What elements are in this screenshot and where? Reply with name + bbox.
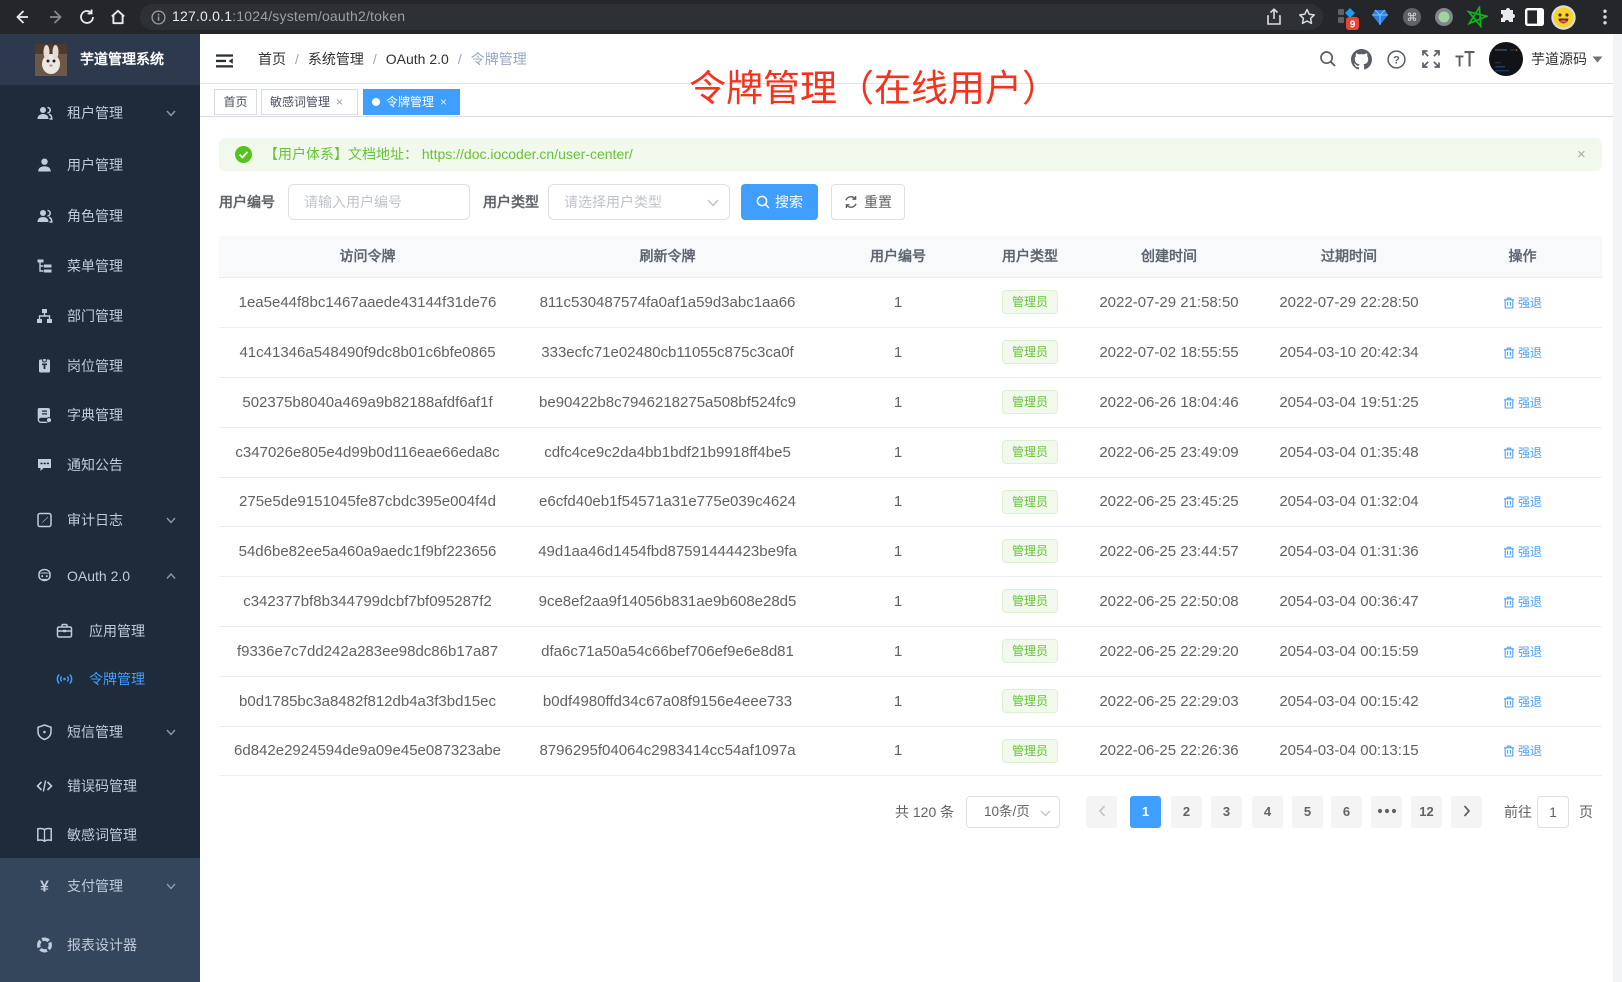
svg-text:¥: ¥ bbox=[40, 879, 49, 895]
svg-text:?: ? bbox=[1393, 55, 1400, 67]
svg-text:⌘: ⌘ bbox=[1407, 12, 1418, 24]
svg-text:9: 9 bbox=[1350, 20, 1356, 31]
